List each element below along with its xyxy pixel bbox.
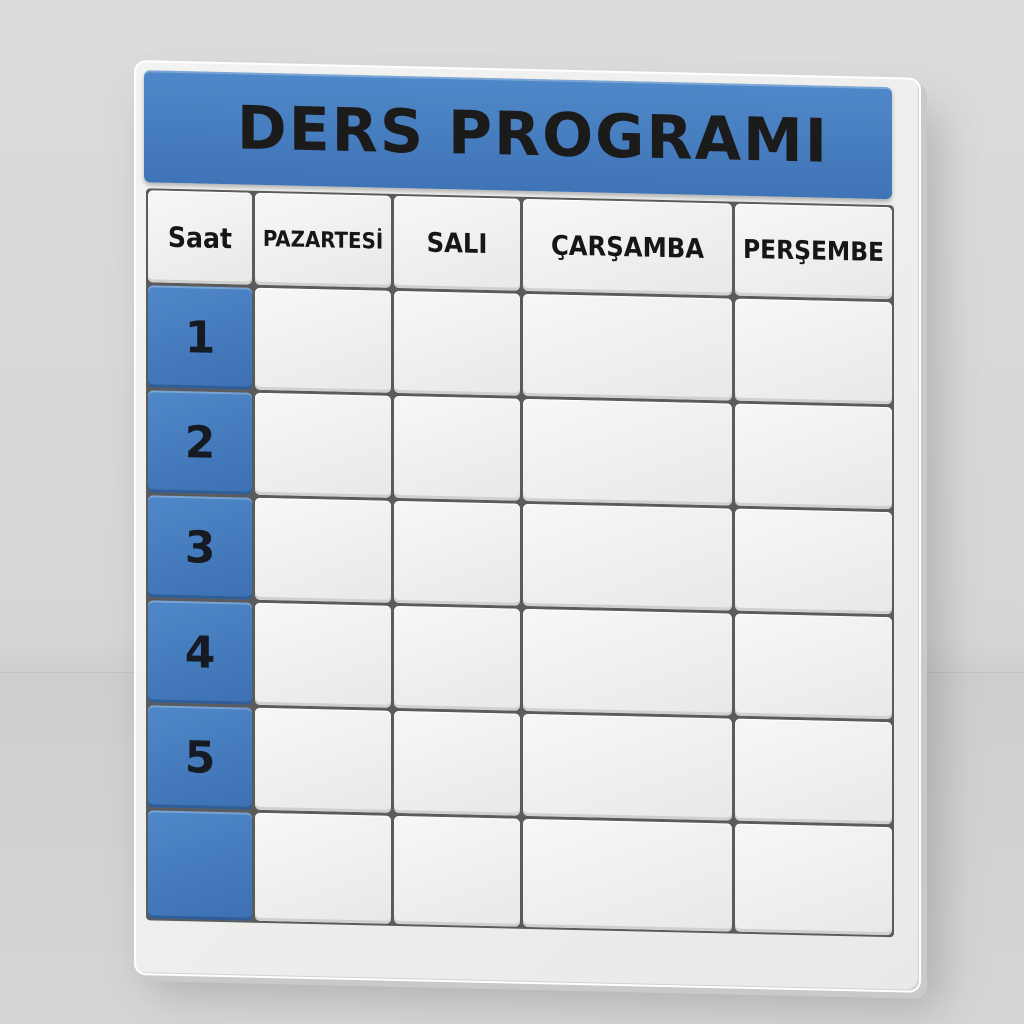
lesson-cell[interactable] — [255, 707, 391, 813]
period-number: 4 — [148, 600, 252, 705]
lesson-cell[interactable] — [523, 398, 732, 506]
header-sali: SALI — [394, 195, 520, 291]
lesson-cell[interactable] — [735, 613, 892, 720]
lesson-cell[interactable] — [394, 395, 520, 501]
lesson-cell[interactable] — [394, 710, 520, 816]
lesson-cell[interactable] — [255, 392, 391, 498]
lesson-cell[interactable] — [735, 823, 892, 936]
lesson-cell[interactable] — [255, 602, 391, 708]
lesson-cell[interactable] — [523, 713, 732, 821]
period-number — [148, 810, 252, 921]
lesson-cell[interactable] — [735, 403, 892, 510]
lesson-cell[interactable] — [394, 500, 520, 606]
lesson-cell[interactable] — [523, 818, 732, 932]
lesson-cell[interactable] — [255, 287, 391, 393]
lesson-cell[interactable] — [735, 718, 892, 825]
lesson-cell[interactable] — [255, 497, 391, 603]
lesson-cell[interactable] — [394, 605, 520, 711]
lesson-cell[interactable] — [394, 290, 520, 396]
period-number: 1 — [148, 285, 252, 390]
lesson-cell[interactable] — [255, 812, 391, 924]
header-saat: Saat — [148, 190, 252, 285]
header-pazartesi: PAZARTESİ — [255, 192, 391, 288]
lesson-cell[interactable] — [523, 293, 732, 401]
lesson-cell[interactable] — [735, 508, 892, 615]
header-carsamba: ÇARŞAMBA — [523, 198, 732, 296]
lesson-cell[interactable] — [394, 815, 520, 927]
schedule-title: DERS PROGRAMI — [236, 93, 830, 177]
lesson-cell[interactable] — [523, 608, 732, 716]
lesson-cell[interactable] — [523, 503, 732, 611]
period-number: 3 — [148, 495, 252, 600]
title-bar: DERS PROGRAMI — [144, 70, 892, 200]
lesson-cell[interactable] — [735, 298, 892, 405]
period-number: 5 — [148, 705, 252, 810]
period-number: 2 — [148, 390, 252, 495]
schedule-board: DERS PROGRAMI Saat PAZARTESİ SALI ÇARŞAM… — [134, 60, 921, 993]
schedule-grid: Saat PAZARTESİ SALI ÇARŞAMBA PERŞEMBE 1 … — [146, 188, 894, 938]
header-persembe: PERŞEMBE — [735, 203, 892, 300]
